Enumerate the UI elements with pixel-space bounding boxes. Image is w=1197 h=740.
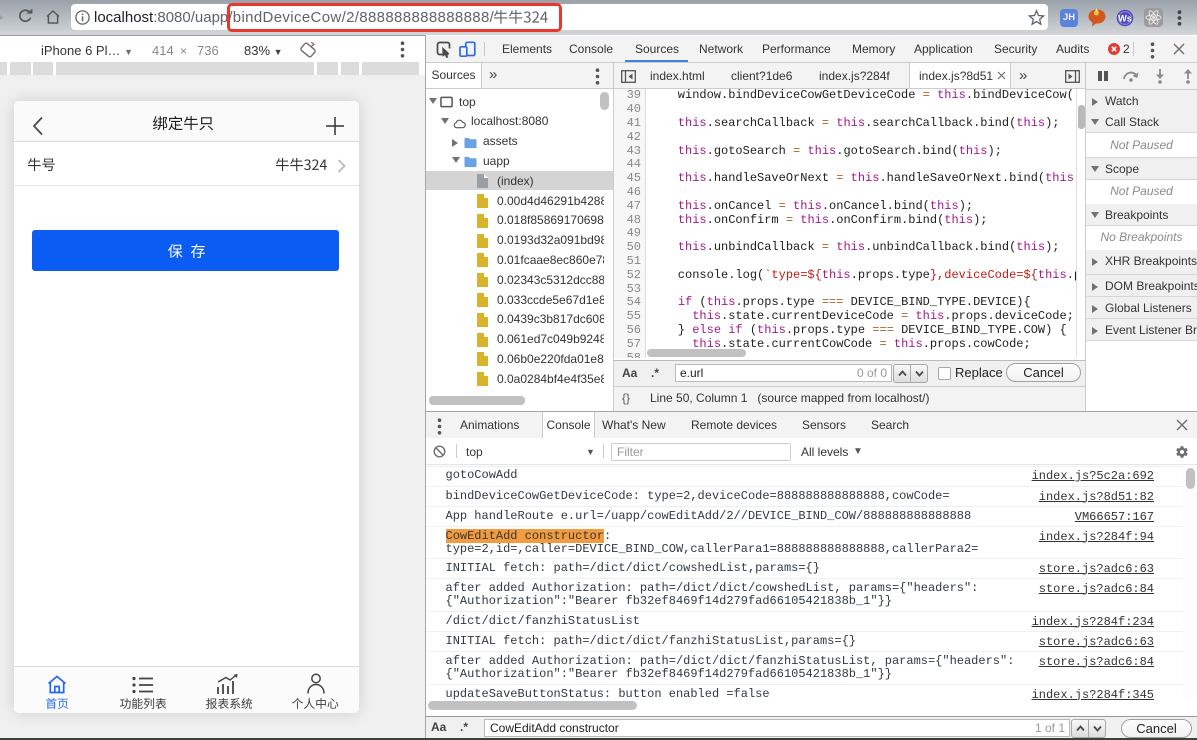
svg-text:Ws: Ws	[1118, 13, 1132, 23]
